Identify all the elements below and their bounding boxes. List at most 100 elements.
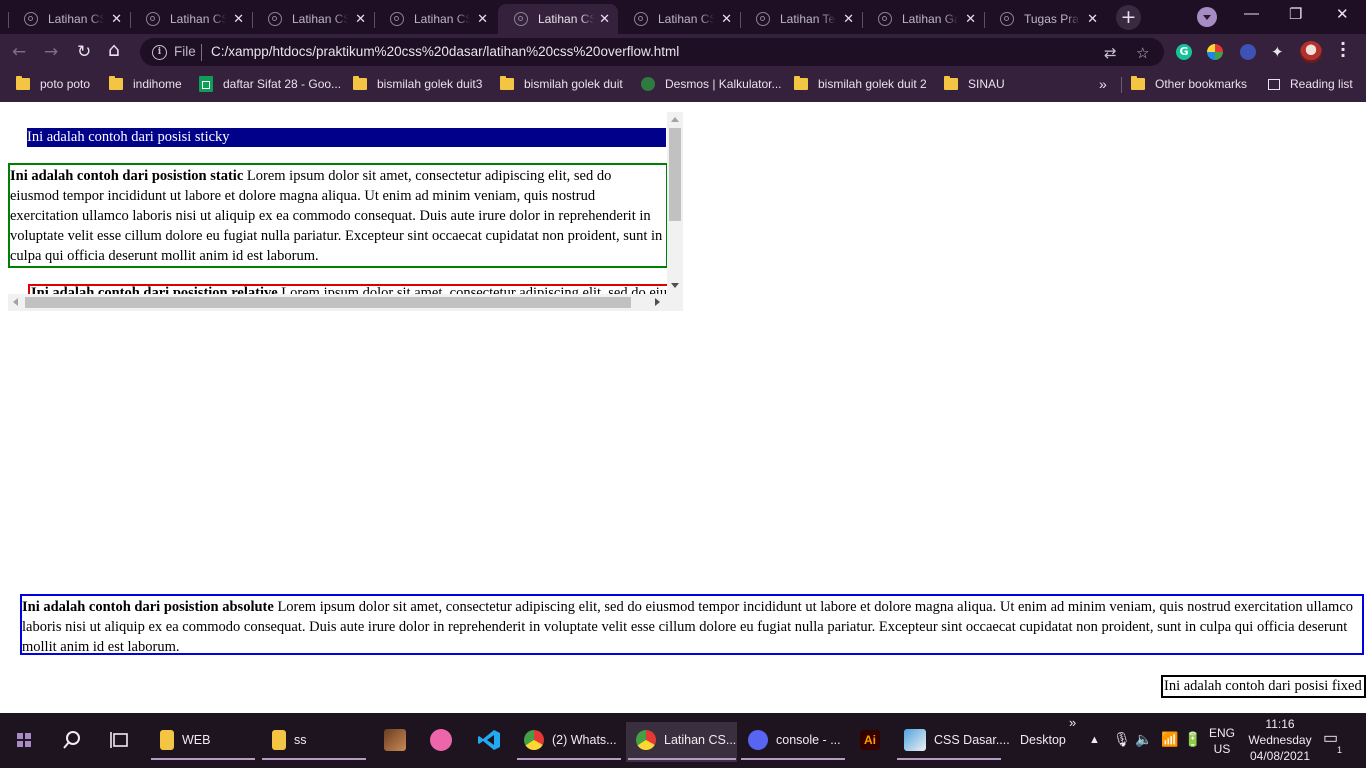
close-icon[interactable]: ✕ [843,12,854,26]
globe-icon [514,12,528,26]
taskbar-item-label: WEB [182,733,211,747]
tab-search-button[interactable] [1197,7,1217,27]
taskbar-item[interactable] [384,723,414,757]
notification-icon[interactable]: ▭ [1323,731,1338,747]
extensions-puzzle-icon[interactable]: ✦ [1271,43,1284,61]
vertical-scrollbar-thumb[interactable] [669,128,681,221]
osu-icon [430,729,452,751]
start-button[interactable] [16,723,32,757]
taskbar-item[interactable]: CSS Dasar.... [904,723,1010,757]
tab-label: Tugas Prak [1024,12,1080,26]
browser-tab[interactable]: Latihan CSS ✕ [130,4,252,34]
battery-icon[interactable]: 🔋 [1184,731,1201,747]
menu-dots-icon[interactable]: · · · [1340,36,1346,64]
close-icon[interactable]: ✕ [477,12,488,26]
restore-button[interactable]: ❐ [1289,5,1302,23]
taskbar-item[interactable]: (2) Whats... [524,723,617,757]
bookmark-item[interactable]: bismilah golek duit 2 [794,76,927,92]
tab-label: Latihan CSS [292,12,348,26]
cursor-extension-icon[interactable] [1240,44,1256,60]
taskbar-item[interactable] [430,723,460,757]
close-icon[interactable]: ✕ [965,12,976,26]
scroll-right-arrow-icon[interactable] [655,298,660,306]
browser-tab[interactable]: Latihan CSS ✕ [252,4,374,34]
scroll-left-arrow-icon[interactable] [13,298,18,306]
bookmark-item[interactable]: indihome [109,76,182,92]
browser-tab[interactable]: Tugas Prak ✕ [984,4,1106,34]
info-icon[interactable]: i [152,45,167,60]
bookmarks-overflow-button[interactable]: » [1099,76,1107,92]
bookmark-label: Desmos | Kalkulator... [665,77,782,91]
grammarly-extension-icon[interactable]: G [1176,44,1192,60]
globe-icon [24,12,38,26]
browser-tab[interactable]: Latihan CSS ✕ [374,4,496,34]
browser-tab[interactable]: Latihan CSS ✕ [618,4,740,34]
bookmark-label: indihome [133,77,182,91]
bookmark-star-icon[interactable]: ☆ [1136,44,1149,62]
language-indicator[interactable]: ENG US [1207,725,1237,757]
close-icon[interactable]: ✕ [721,12,732,26]
taskbar-item-active[interactable]: Latihan CS... [636,723,736,757]
other-bookmarks[interactable]: Other bookmarks [1131,76,1247,92]
chrome-icon [636,730,656,750]
bookmark-item[interactable]: bismilah golek duit [500,76,623,92]
close-icon[interactable]: ✕ [599,12,610,26]
taskbar-item[interactable]: WEB [160,723,210,757]
clock-time: 11:16 [1265,717,1295,731]
document-icon [904,729,926,751]
taskbar-running-indicator [897,758,1001,760]
desktop-overflow-button[interactable]: » [1069,715,1076,731]
close-window-button[interactable]: ✕ [1336,5,1349,23]
taskbar-item[interactable]: ss [272,723,307,757]
bookmark-item[interactable]: poto poto [16,76,90,92]
close-icon[interactable]: ✕ [233,12,244,26]
taskbar-running-indicator [741,758,845,760]
scroll-up-arrow-icon[interactable] [671,117,679,122]
new-tab-button[interactable]: + [1116,5,1141,30]
back-button[interactable]: ← [12,42,26,62]
reading-list[interactable]: Reading list [1268,76,1353,92]
browser-tab[interactable]: Latihan CSS ✕ [8,4,130,34]
reload-button[interactable]: ↻ [77,42,91,62]
taskbar-item[interactable]: Ai [860,723,888,757]
folder-icon [160,730,174,750]
close-icon[interactable]: ✕ [355,12,366,26]
browser-tab[interactable]: Latihan Ga ✕ [862,4,984,34]
bookmark-item[interactable]: bismilah golek duit3 [353,76,482,92]
taskbar-item[interactable]: console - ... [748,723,841,757]
globe-icon [878,12,892,26]
clock[interactable]: 11:16 Wednesday 04/08/2021 [1240,716,1320,764]
start-icon [17,733,31,747]
vscode-icon [478,730,500,750]
speaker-icon[interactable]: 🔈 [1135,731,1152,747]
minimize-button[interactable]: — [1244,5,1259,22]
horizontal-scrollbar-thumb[interactable] [25,297,631,308]
globe-icon [268,12,282,26]
profile-avatar[interactable] [1300,41,1322,63]
desktop-toolbar[interactable]: Desktop [1020,723,1066,757]
browser-tab-active[interactable]: Latihan CSS ✕ [498,4,618,34]
task-view-button[interactable] [110,723,130,757]
tray-expand-icon[interactable]: ▲ [1089,732,1100,748]
microphone-icon[interactable]: 🎙 [1113,731,1131,747]
wifi-icon[interactable]: 📶 [1161,731,1178,747]
home-button[interactable]: ⌂ [108,40,120,60]
taskbar-item[interactable] [477,723,501,757]
game-icon [384,729,406,751]
close-icon[interactable]: ✕ [1087,12,1098,26]
bookmark-item[interactable]: SINAU [944,76,1005,92]
translate-icon[interactable]: ⇄ [1104,44,1117,62]
forward-button[interactable]: → [44,42,58,62]
bookmark-item[interactable]: Desmos | Kalkulator... [641,76,782,92]
browser-tab[interactable]: Latihan Tes ✕ [740,4,862,34]
bookmark-label: poto poto [40,77,91,91]
scroll-down-arrow-icon[interactable] [671,283,679,288]
url-text[interactable]: C:/xampp/htdocs/praktikum%20css%20dasar/… [211,44,679,59]
bookmark-item[interactable]: daftar Sifat 28 - Goo... [199,76,341,92]
search-button[interactable] [62,723,82,757]
folder-icon [500,76,514,90]
close-icon[interactable]: ✕ [111,12,122,26]
color-extension-icon[interactable] [1207,44,1223,60]
folder-icon [794,76,808,90]
tab-label: Latihan Tes [780,12,836,26]
